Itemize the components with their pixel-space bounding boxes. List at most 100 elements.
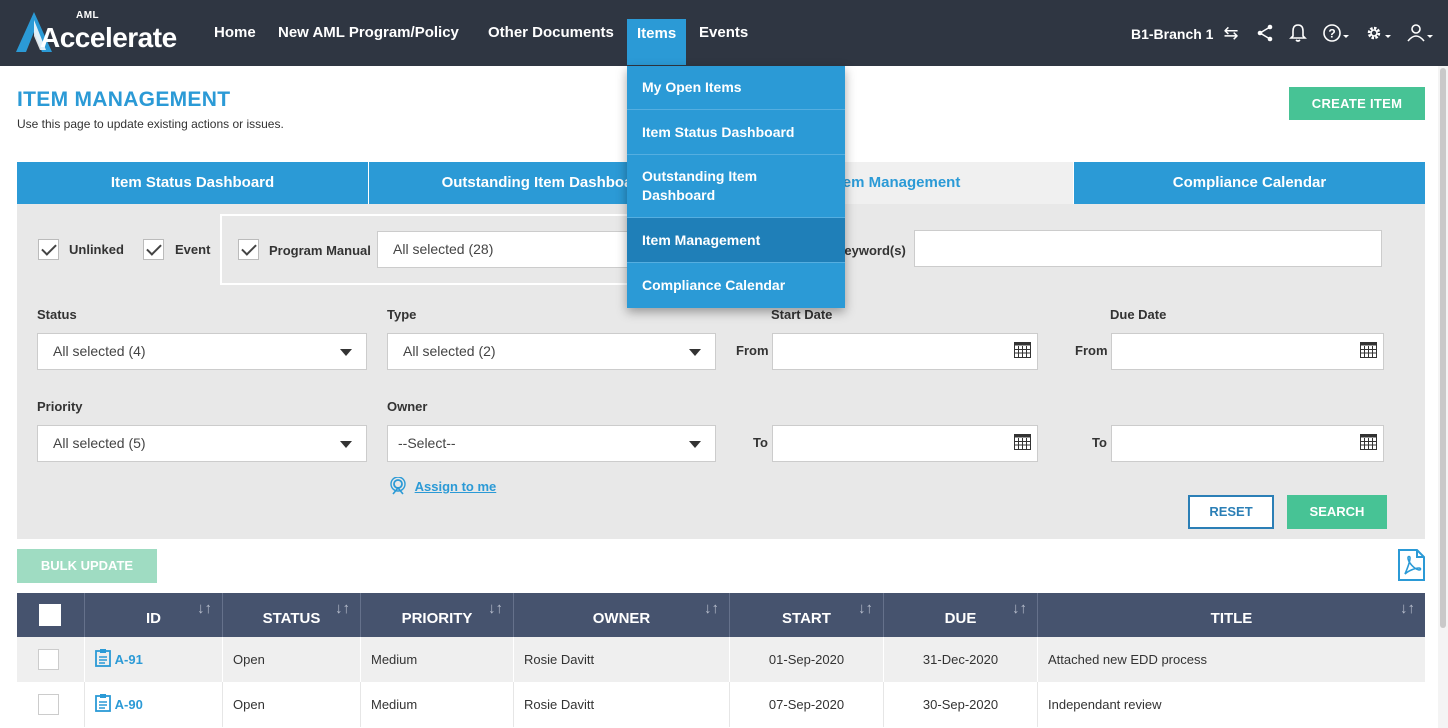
- column-priority-label: PRIORITY: [401, 610, 473, 627]
- table-row[interactable]: A-91 Open Medium Rosie Davitt 01-Sep-202…: [17, 637, 1425, 682]
- due-from-input[interactable]: [1111, 333, 1384, 370]
- row-checkbox[interactable]: [38, 694, 59, 715]
- type-select[interactable]: All selected (2): [387, 333, 716, 370]
- column-owner[interactable]: OWNER ↓↑: [514, 593, 730, 637]
- nav-new-aml-program[interactable]: New AML Program/Policy: [278, 0, 459, 66]
- priority-select[interactable]: All selected (5): [37, 425, 367, 462]
- sort-icon[interactable]: ↓↑: [1012, 601, 1027, 616]
- column-id[interactable]: ID ↓↑: [85, 593, 223, 637]
- program-manual-checkbox[interactable]: [238, 239, 259, 260]
- column-start-label: START: [782, 610, 831, 627]
- row-owner: Rosie Davitt: [514, 682, 730, 727]
- program-manual-value: All selected (28): [393, 241, 494, 257]
- sort-icon[interactable]: ↓↑: [488, 601, 503, 616]
- brand-logo[interactable]: AML Accelerate: [14, 8, 184, 58]
- sort-icon[interactable]: ↓↑: [858, 601, 873, 616]
- user-icon[interactable]: [1404, 20, 1436, 46]
- share-icon[interactable]: [1252, 20, 1278, 46]
- clipboard-icon: [95, 649, 111, 667]
- column-start[interactable]: START ↓↑: [730, 593, 884, 637]
- menu-item-item-status-dashboard[interactable]: Item Status Dashboard: [627, 110, 845, 155]
- status-select[interactable]: All selected (4): [37, 333, 367, 370]
- bulk-update-button[interactable]: BULK UPDATE: [17, 549, 157, 583]
- program-manual-select[interactable]: All selected (28): [377, 231, 637, 268]
- tab-compliance-calendar[interactable]: Compliance Calendar: [1074, 162, 1425, 204]
- due-to-input[interactable]: [1111, 425, 1384, 462]
- top-nav: AML Accelerate Home New AML Program/Poli…: [0, 0, 1448, 66]
- table-row[interactable]: A-90 Open Medium Rosie Davitt 07-Sep-202…: [17, 682, 1425, 727]
- item-id-link[interactable]: A-90: [115, 697, 143, 712]
- sort-icon[interactable]: ↓↑: [1400, 601, 1415, 616]
- row-priority: Medium: [361, 682, 514, 727]
- column-title-label: TITLE: [1210, 610, 1253, 627]
- select-all-checkbox[interactable]: [39, 604, 61, 626]
- column-due-label: DUE: [944, 610, 977, 627]
- bell-icon[interactable]: [1285, 20, 1311, 46]
- menu-item-compliance-calendar[interactable]: Compliance Calendar: [627, 263, 845, 308]
- brand-name: Accelerate: [40, 22, 177, 53]
- status-value: All selected (4): [53, 343, 146, 359]
- menu-item-item-management[interactable]: Item Management: [627, 218, 845, 263]
- nav-home[interactable]: Home: [214, 0, 256, 66]
- sort-icon[interactable]: ↓↑: [704, 601, 719, 616]
- sort-icon[interactable]: ↓↑: [197, 601, 212, 616]
- row-id-cell: A-90: [85, 682, 223, 727]
- select-all-cell: [17, 593, 85, 637]
- page-subtitle: Use this page to update existing actions…: [17, 117, 284, 131]
- column-status[interactable]: STATUS ↓↑: [223, 593, 361, 637]
- clipboard-icon: [95, 694, 111, 712]
- column-title[interactable]: TITLE ↓↑: [1038, 593, 1425, 637]
- due-to-label: To: [1092, 435, 1107, 450]
- owner-label: Owner: [387, 399, 428, 414]
- calendar-icon[interactable]: [1360, 342, 1377, 358]
- row-checkbox[interactable]: [38, 649, 59, 670]
- calendar-icon[interactable]: [1360, 434, 1377, 450]
- menu-item-outstanding-item-dashboard[interactable]: Outstanding Item Dashboard: [627, 155, 845, 218]
- reset-button[interactable]: RESET: [1188, 495, 1274, 529]
- row-title: Independant review: [1048, 697, 1162, 712]
- row-status: Open: [223, 637, 361, 682]
- nav-events[interactable]: Events: [699, 0, 748, 66]
- assign-to-me-label: Assign to me: [414, 479, 497, 494]
- keywords-input[interactable]: [914, 230, 1382, 267]
- create-item-button[interactable]: CREATE ITEM: [1289, 87, 1425, 120]
- column-status-label: STATUS: [262, 610, 321, 627]
- row-title: Attached new EDD process: [1048, 652, 1207, 667]
- event-checkbox[interactable]: [143, 239, 164, 260]
- sort-icon[interactable]: ↓↑: [335, 601, 350, 616]
- due-from-label: From: [1075, 343, 1108, 358]
- item-id-link[interactable]: A-91: [115, 652, 143, 667]
- settings-icon[interactable]: [1362, 20, 1394, 46]
- swap-icon[interactable]: ⇆: [1218, 20, 1244, 46]
- keywords-label: Keyword(s): [835, 243, 906, 258]
- pdf-export-icon[interactable]: [1398, 549, 1425, 581]
- menu-item-my-open-items[interactable]: My Open Items: [627, 66, 845, 110]
- owner-select[interactable]: --Select--: [387, 425, 716, 462]
- brand-prefix: AML: [76, 10, 100, 21]
- search-button[interactable]: SEARCH: [1287, 495, 1387, 529]
- chevron-down-icon: [689, 441, 701, 448]
- tab-item-status-dashboard[interactable]: Item Status Dashboard: [17, 162, 369, 204]
- page-title: ITEM MANAGEMENT: [17, 88, 231, 111]
- calendar-icon[interactable]: [1014, 434, 1031, 450]
- status-label: Status: [37, 307, 77, 322]
- table-header: ID ↓↑ STATUS ↓↑ PRIORITY ↓↑ OWNER ↓↑ START ↓↑…: [17, 593, 1425, 637]
- assign-to-me-link[interactable]: Assign to me: [389, 476, 497, 495]
- column-priority[interactable]: PRIORITY ↓↑: [361, 593, 514, 637]
- event-label: Event: [175, 242, 211, 257]
- column-due[interactable]: DUE ↓↑: [884, 593, 1038, 637]
- row-due: 31-Dec-2020: [884, 637, 1038, 682]
- chevron-down-icon: [340, 441, 352, 448]
- row-select-cell: [17, 682, 85, 727]
- row-start: 07-Sep-2020: [730, 682, 884, 727]
- nav-items[interactable]: Items: [627, 19, 687, 65]
- scrollbar-thumb[interactable]: [1440, 68, 1446, 628]
- nav-other-documents[interactable]: Other Documents: [488, 0, 614, 66]
- row-start: 01-Sep-2020: [730, 637, 884, 682]
- calendar-icon[interactable]: [1014, 342, 1031, 358]
- start-to-input[interactable]: [772, 425, 1038, 462]
- help-icon[interactable]: ?: [1320, 20, 1352, 46]
- unlinked-checkbox[interactable]: [38, 239, 59, 260]
- start-from-input[interactable]: [772, 333, 1038, 370]
- branch-label[interactable]: B1-Branch 1: [1131, 22, 1213, 46]
